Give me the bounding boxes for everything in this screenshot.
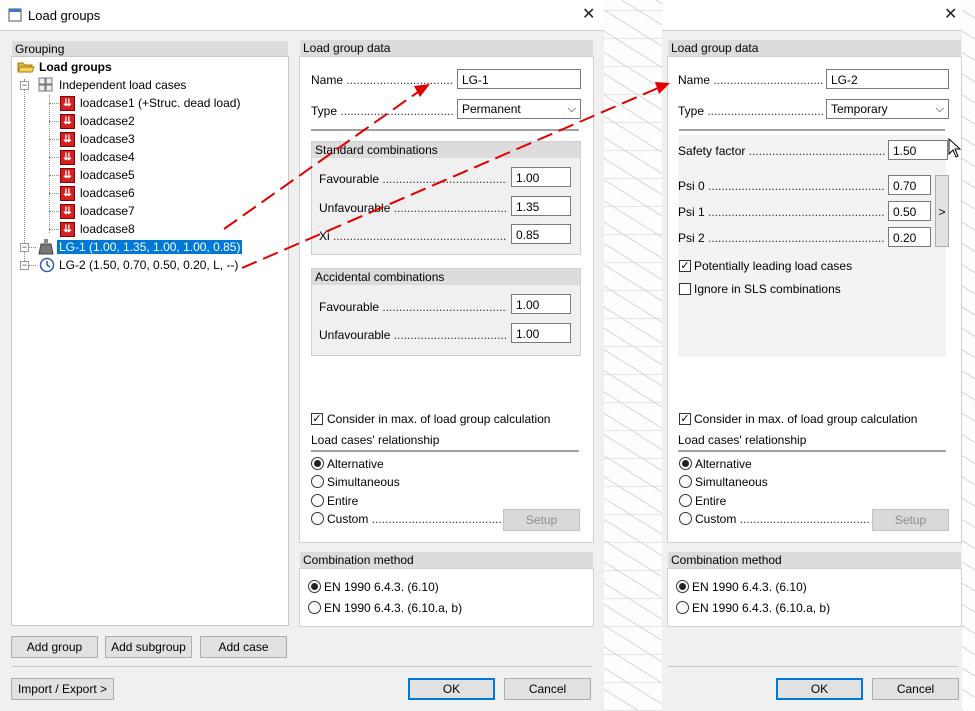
arrow-lg2-to-lg2-dialog: [241, 87, 659, 269]
arrowhead-1: [414, 84, 430, 97]
arrowhead-2: [655, 82, 670, 94]
annotation-arrows: [223, 82, 670, 269]
arrow-lg1-to-name: [223, 91, 419, 230]
